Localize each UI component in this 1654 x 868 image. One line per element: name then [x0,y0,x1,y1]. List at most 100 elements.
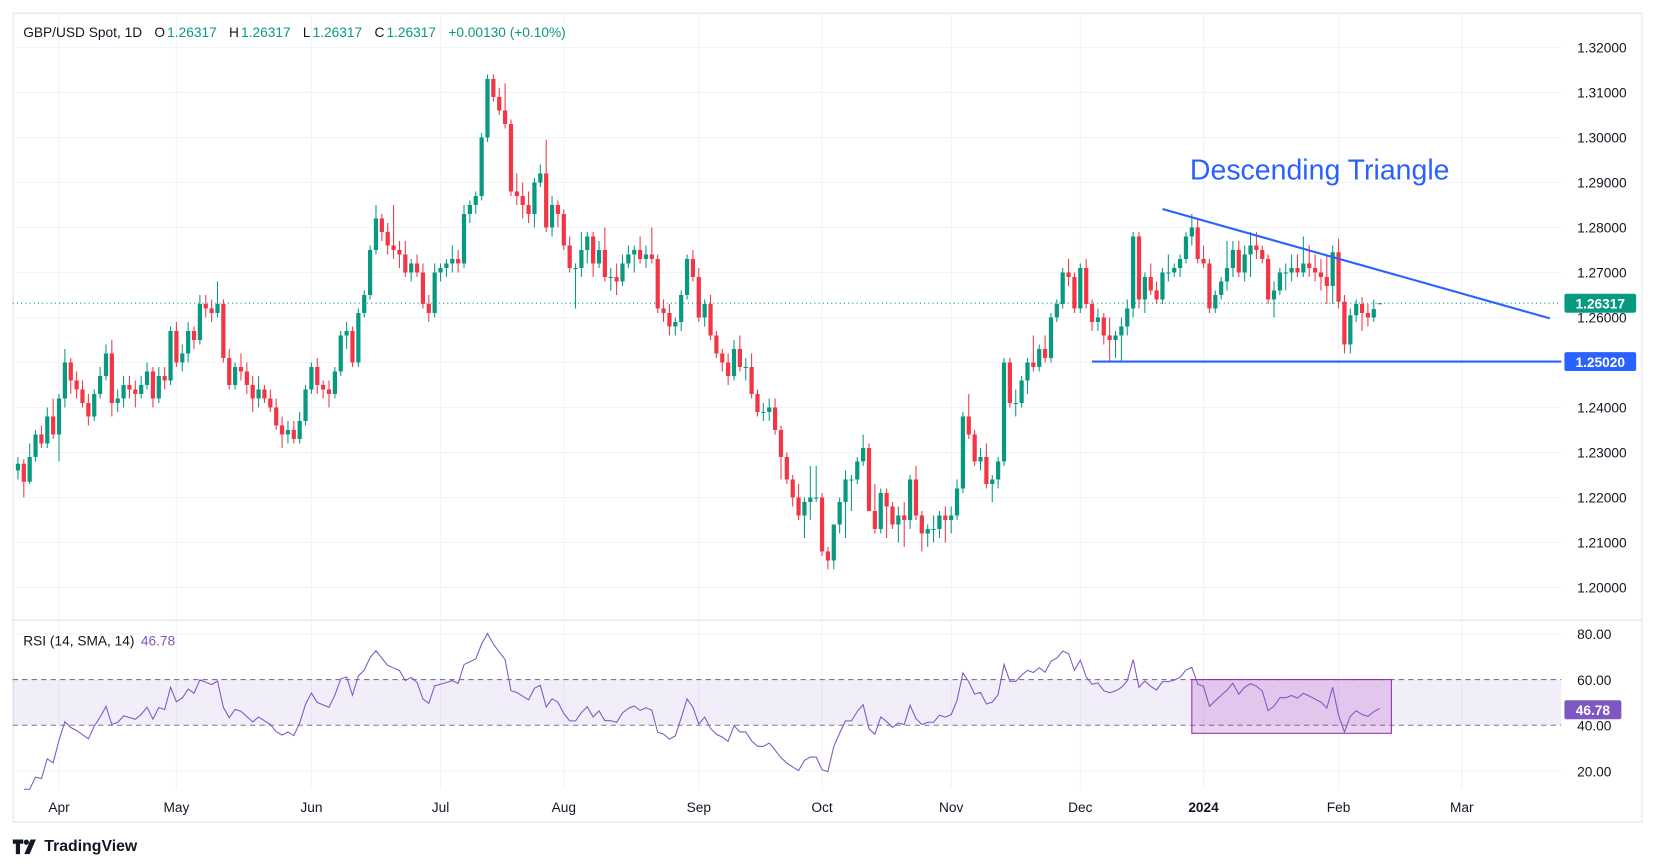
candlestick-chart[interactable]: Descending Triangle 1.32000 1.31000 1.30000… [0,0,1654,868]
candle-body [1295,267,1300,273]
price-tick-label: 1.26000 [1577,311,1627,326]
candle-body [74,380,79,390]
support-price-tag: 1.25020 [1576,355,1626,370]
time-axis-label: Aug [552,800,576,815]
candle-body [508,123,514,192]
candle-body [761,411,766,414]
candle-body [414,263,420,273]
time-axis-label: 2024 [1188,800,1219,815]
candle-body [1195,227,1200,259]
candle-body [1042,348,1048,358]
candle-body [332,371,337,394]
candle-body [321,384,326,390]
candle-body [256,389,261,399]
candle-body [27,456,32,482]
candle-body [250,384,255,399]
price-tick-label: 1.24000 [1577,401,1627,416]
candle-body [943,515,948,520]
candle-body [949,515,954,520]
candle-body [426,303,431,313]
candle-body [978,456,983,462]
candle-body [778,429,784,457]
candle-body [244,371,249,385]
candle-body [127,384,132,390]
candle-body [532,182,537,214]
candle-body [661,308,666,313]
chart-stage: Descending Triangle 1.32000 1.31000 1.30000… [0,0,1654,868]
candle-body [1166,272,1171,274]
candle-body [1019,380,1024,403]
candle-body [608,276,613,279]
candle-body [579,249,584,268]
candle-body [1201,258,1206,264]
candle-body [696,276,701,318]
candle-body [68,362,73,381]
candle-body [620,263,625,282]
candle-body [714,335,719,354]
price-tick-label: 1.20000 [1577,581,1627,596]
price-tick-label: 1.30000 [1577,131,1627,146]
candle-body [1001,362,1007,462]
candle-body [80,389,85,403]
rsi-value: 46.78 [140,632,176,649]
candle-body [1007,362,1012,403]
candle-body [902,515,907,520]
rsi-tick-label: 20.00 [1577,764,1612,779]
candle-body [884,492,889,507]
candle-body [1031,362,1036,367]
candle-body [1078,267,1083,309]
candle-body [585,236,590,250]
candle-body [109,353,114,403]
candle-body [960,416,966,489]
candle-body [86,402,91,417]
candle-body [1254,245,1259,250]
rsi-title: RSI (14, SMA, 14) [23,632,135,649]
candle-body [549,204,555,228]
candle-body [1095,317,1101,322]
candle-body [1307,263,1312,268]
candle-body [1072,276,1077,309]
candle-body [1371,309,1376,318]
candle-body [1377,303,1382,305]
candle-body [1318,272,1324,277]
tradingview-logo[interactable]: TradingView [12,837,138,856]
candle-body [790,479,795,498]
candle-body [1136,236,1142,300]
candle-body [1224,267,1230,282]
candle-body [227,357,232,385]
price-tick-label: 1.29000 [1577,176,1627,191]
candle-body [990,479,995,484]
candle-body [150,371,156,399]
candle-body [684,258,690,295]
candle-body [1348,315,1353,345]
candle-body [802,501,807,516]
candle-body [461,213,467,264]
candle-body [931,528,936,531]
candle-body [896,515,901,525]
time-axis-label: Dec [1068,800,1093,815]
pattern-annotation: Descending Triangle [1190,154,1450,186]
candle-body [491,78,496,97]
candle-body [526,204,531,214]
candle-body [21,463,26,482]
candle-body [1107,335,1112,340]
candle-body [702,303,707,318]
candle-body [591,236,596,264]
candle-body [51,416,56,435]
brand-name: TradingView [44,837,138,856]
candle-body [62,362,67,399]
candle-body [1142,276,1147,300]
rsi-tick-label: 60.00 [1577,673,1612,688]
candle-body [667,312,672,327]
candle-body [514,191,519,196]
candle-body [1236,249,1241,273]
candle-body [925,528,930,534]
high-value: 1.26317 [241,24,291,41]
candle-body [274,407,279,426]
candle-body [890,506,895,525]
candle-body [373,218,379,250]
candle-body [103,353,109,376]
candle-body [1154,290,1159,300]
candle-body [1084,267,1089,304]
candle-body [197,303,202,340]
